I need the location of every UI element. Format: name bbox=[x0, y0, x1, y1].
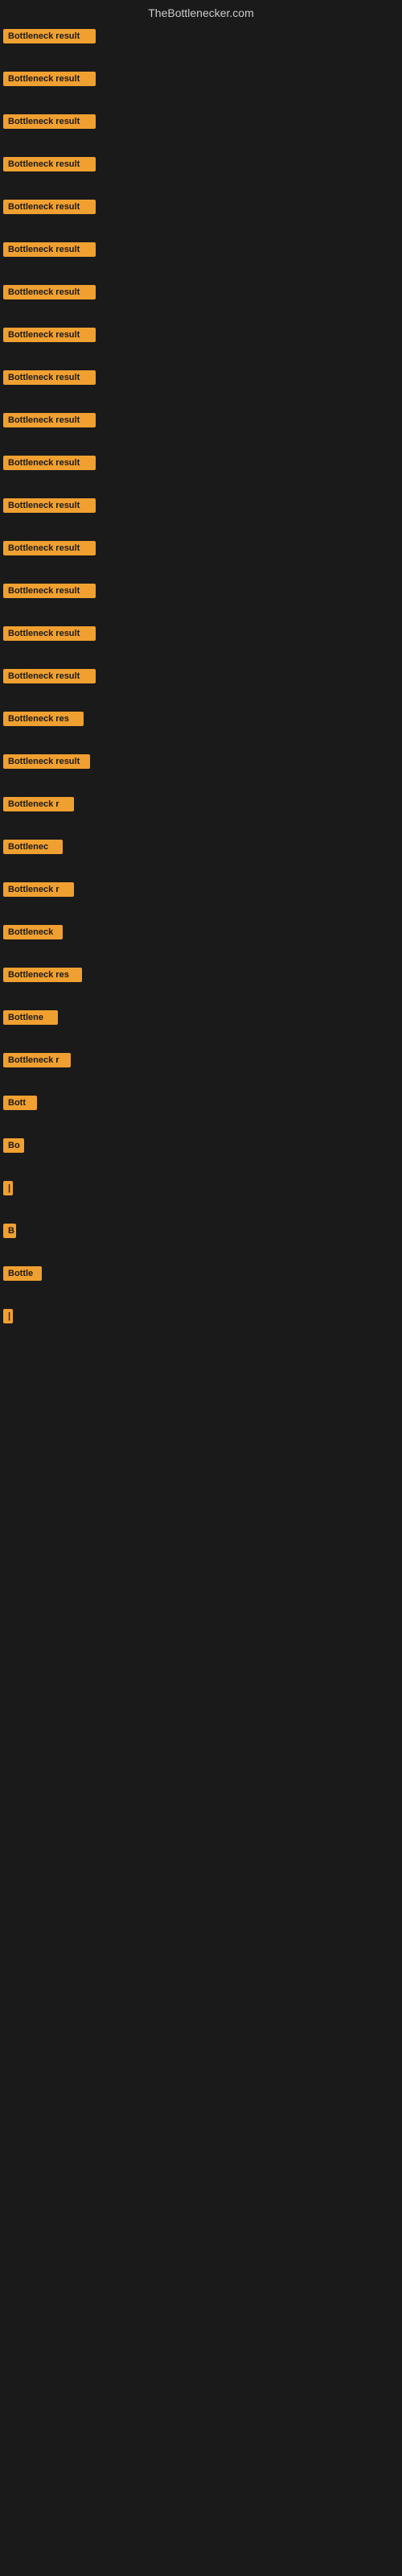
bottleneck-badge[interactable]: Bo bbox=[3, 1138, 24, 1153]
bottleneck-badge[interactable]: Bottleneck result bbox=[3, 370, 96, 385]
list-item: Bottleneck r bbox=[3, 1053, 402, 1071]
bottleneck-list: Bottleneck result Bottleneck result Bottle… bbox=[0, 26, 402, 1355]
bottleneck-badge[interactable]: Bottleneck result bbox=[3, 328, 96, 342]
list-item: | bbox=[3, 1181, 402, 1199]
bottleneck-badge[interactable]: Bottlene bbox=[3, 1010, 58, 1025]
list-item: Bottleneck r bbox=[3, 797, 402, 815]
list-item: Bott bbox=[3, 1096, 402, 1114]
bottleneck-badge[interactable]: Bottleneck result bbox=[3, 626, 96, 641]
bottleneck-badge[interactable]: Bottleneck result bbox=[3, 669, 96, 683]
list-item: Bottleneck res bbox=[3, 712, 402, 730]
list-item: | bbox=[3, 1309, 402, 1327]
bottleneck-badge[interactable]: Bottleneck result bbox=[3, 541, 96, 555]
list-item: Bottleneck result bbox=[3, 370, 402, 389]
list-item: Bo bbox=[3, 1138, 402, 1157]
bottleneck-badge[interactable]: | bbox=[3, 1181, 13, 1195]
list-item: B bbox=[3, 1224, 402, 1242]
bottleneck-badge[interactable]: Bottlenec bbox=[3, 840, 63, 854]
list-item: Bottleneck result bbox=[3, 114, 402, 133]
bottleneck-badge[interactable]: Bottleneck r bbox=[3, 882, 74, 897]
list-item: Bottleneck result bbox=[3, 200, 402, 218]
list-item: Bottleneck bbox=[3, 925, 402, 943]
list-item: Bottleneck result bbox=[3, 456, 402, 474]
bottleneck-badge[interactable]: Bottleneck result bbox=[3, 200, 96, 214]
bottleneck-badge[interactable]: Bottleneck result bbox=[3, 157, 96, 171]
list-item: Bottleneck res bbox=[3, 968, 402, 986]
bottleneck-badge[interactable]: Bottleneck result bbox=[3, 754, 90, 769]
bottleneck-badge[interactable]: | bbox=[3, 1309, 13, 1323]
list-item: Bottleneck result bbox=[3, 626, 402, 645]
list-item: Bottlenec bbox=[3, 840, 402, 858]
bottleneck-badge[interactable]: Bottleneck result bbox=[3, 114, 96, 129]
list-item: Bottleneck result bbox=[3, 242, 402, 261]
bottleneck-badge[interactable]: Bottleneck result bbox=[3, 72, 96, 86]
bottleneck-badge[interactable]: Bottleneck bbox=[3, 925, 63, 939]
list-item: Bottle bbox=[3, 1266, 402, 1285]
list-item: Bottleneck result bbox=[3, 669, 402, 687]
bottleneck-badge[interactable]: Bottleneck r bbox=[3, 797, 74, 811]
bottleneck-badge[interactable]: B bbox=[3, 1224, 16, 1238]
bottleneck-badge[interactable]: Bottleneck result bbox=[3, 413, 96, 427]
bottleneck-badge[interactable]: Bottleneck res bbox=[3, 968, 82, 982]
list-item: Bottleneck result bbox=[3, 29, 402, 47]
site-title: TheBottlenecker.com bbox=[0, 0, 402, 26]
list-item: Bottleneck result bbox=[3, 541, 402, 559]
bottleneck-badge[interactable]: Bottleneck result bbox=[3, 456, 96, 470]
bottleneck-badge[interactable]: Bottleneck res bbox=[3, 712, 84, 726]
list-item: Bottleneck r bbox=[3, 882, 402, 901]
bottleneck-badge[interactable]: Bottleneck result bbox=[3, 498, 96, 513]
bottleneck-badge[interactable]: Bottle bbox=[3, 1266, 42, 1281]
bottleneck-badge[interactable]: Bottleneck result bbox=[3, 242, 96, 257]
list-item: Bottleneck result bbox=[3, 413, 402, 431]
list-item: Bottleneck result bbox=[3, 285, 402, 303]
list-item: Bottleneck result bbox=[3, 72, 402, 90]
list-item: Bottleneck result bbox=[3, 157, 402, 175]
list-item: Bottleneck result bbox=[3, 328, 402, 346]
list-item: Bottleneck result bbox=[3, 498, 402, 517]
site-title-text: TheBottlenecker.com bbox=[148, 6, 254, 19]
bottleneck-badge[interactable]: Bott bbox=[3, 1096, 37, 1110]
list-item: Bottleneck result bbox=[3, 754, 402, 773]
bottleneck-badge[interactable]: Bottleneck result bbox=[3, 584, 96, 598]
bottleneck-badge[interactable]: Bottleneck result bbox=[3, 29, 96, 43]
bottleneck-badge[interactable]: Bottleneck result bbox=[3, 285, 96, 299]
list-item: Bottlene bbox=[3, 1010, 402, 1029]
bottleneck-badge[interactable]: Bottleneck r bbox=[3, 1053, 71, 1067]
list-item: Bottleneck result bbox=[3, 584, 402, 602]
